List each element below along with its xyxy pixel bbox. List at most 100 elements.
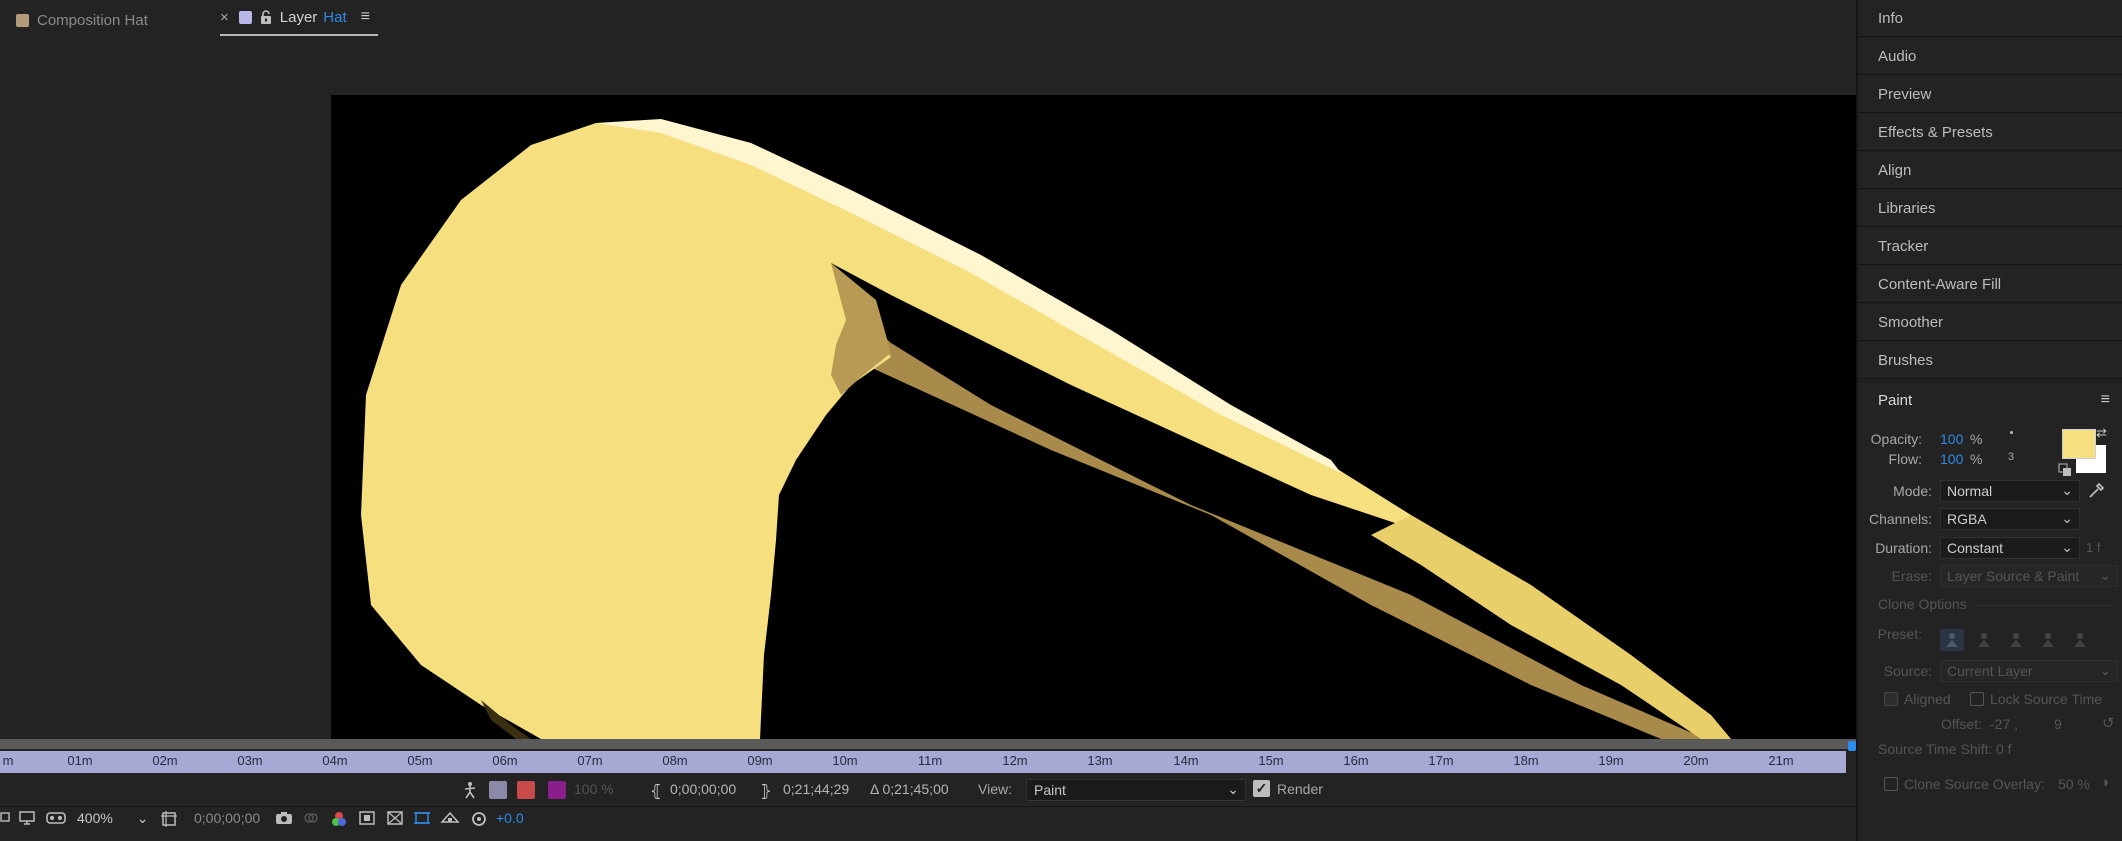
panel-libraries[interactable]: Libraries: [1858, 190, 2122, 227]
hat-artwork: [331, 95, 1856, 739]
lock-source-time-checkbox[interactable]: [1970, 692, 1984, 706]
layer-viewer-panel: Composition Hat × Layer Hat ≡ m 01m 02m …: [0, 0, 1856, 841]
onion-skin-before-icon[interactable]: [489, 781, 507, 799]
clone-source-overlay-checkbox[interactable]: [1884, 777, 1898, 791]
source-label: Source:: [1883, 663, 1932, 679]
vr-mask-icon[interactable]: [45, 810, 67, 826]
onion-skin-color-swatch[interactable]: [548, 781, 566, 799]
panel-brushes[interactable]: Brushes: [1858, 342, 2122, 379]
tab-layer-label: Layer: [279, 8, 318, 26]
offset-y-value[interactable]: 9: [2054, 716, 2062, 732]
opacity-value[interactable]: 100: [1940, 431, 1963, 447]
mode-select[interactable]: Normal ⌄: [1940, 480, 2080, 502]
in-point-bracket-icon[interactable]: ⦃: [650, 781, 662, 801]
guides-toggle-icon[interactable]: [413, 810, 431, 826]
ruler-tick: 02m: [152, 753, 178, 768]
swap-colors-icon[interactable]: ⇄: [2096, 425, 2107, 441]
clone-preset-4-icon[interactable]: [2036, 629, 2060, 651]
onion-opacity-value[interactable]: 100 %: [574, 781, 614, 797]
aligned-label: Aligned: [1904, 691, 1951, 707]
view-select-value: Paint: [1034, 782, 1066, 798]
panel-info[interactable]: Info: [1858, 0, 2122, 37]
panel-preview[interactable]: Preview: [1858, 76, 2122, 113]
tab-composition-label: Composition Hat: [37, 11, 148, 29]
difference-mode-icon[interactable]: ◑: [2100, 774, 2109, 791]
color-channels-icon[interactable]: [330, 810, 348, 828]
onion-skin-after-icon[interactable]: [517, 781, 535, 799]
erase-select[interactable]: Layer Source & Paint ⌄: [1940, 565, 2118, 587]
render-checkbox[interactable]: ✓: [1253, 780, 1270, 797]
close-tab-icon[interactable]: ×: [220, 9, 229, 26]
tab-layer[interactable]: × Layer Hat ≡: [220, 0, 378, 36]
after-effects-window: Composition Hat × Layer Hat ≡ m 01m 02m …: [0, 0, 2122, 841]
fast-previews-icon[interactable]: [440, 810, 460, 826]
panel-align[interactable]: Align: [1858, 152, 2122, 189]
erase-label: Erase:: [1891, 568, 1932, 584]
always-preview-icon[interactable]: [0, 810, 10, 824]
aligned-checkbox[interactable]: [1884, 692, 1898, 706]
camera-snapshot-icon[interactable]: [274, 810, 294, 826]
chevron-down-icon: ⌄: [2099, 662, 2111, 678]
panel-audio[interactable]: Audio: [1858, 38, 2122, 75]
paint-panel: Paint ≡ Opacity: 100 % Flow: 100 % 3 ⇄ M…: [1858, 383, 2122, 841]
panel-tracker[interactable]: Tracker: [1858, 228, 2122, 265]
channels-select[interactable]: RGBA ⌄: [1940, 508, 2080, 530]
current-time-indicator[interactable]: [1848, 741, 1856, 751]
panel-content-aware-fill[interactable]: Content-Aware Fill: [1858, 266, 2122, 303]
panel-smoother[interactable]: Smoother: [1858, 304, 2122, 341]
panel-menu-icon[interactable]: ≡: [2101, 391, 2110, 409]
flow-percent: %: [1970, 451, 1983, 467]
panel-menu-icon[interactable]: ≡: [361, 8, 370, 26]
ruler-tick: 20m: [1683, 753, 1709, 768]
erase-value: Layer Source & Paint: [1947, 568, 2080, 584]
channels-value: RGBA: [1947, 511, 1987, 527]
clone-preset-1-icon[interactable]: [1940, 629, 1964, 651]
ruler-tick: 08m: [662, 753, 688, 768]
clone-preset-3-icon[interactable]: [2004, 629, 2028, 651]
tab-composition[interactable]: Composition Hat: [16, 0, 148, 40]
lock-icon[interactable]: [260, 10, 272, 24]
ruler-tick: 01m: [67, 753, 93, 768]
exposure-value[interactable]: +0.0: [496, 810, 524, 826]
foreground-color-swatch[interactable]: [2062, 429, 2096, 459]
show-snapshot-icon[interactable]: [302, 810, 320, 826]
in-point-time[interactable]: 0;00;00;00: [670, 781, 736, 797]
out-point-bracket-icon[interactable]: ⦄: [760, 781, 772, 801]
mode-value: Normal: [1947, 483, 1993, 499]
current-time-field[interactable]: 0;00;00;00: [194, 810, 260, 826]
monitor-icon[interactable]: [18, 810, 36, 826]
clone-options-heading: Clone Options: [1878, 596, 1967, 612]
onion-skin-person-icon[interactable]: [462, 781, 478, 799]
ruler-tick: 12m: [1002, 753, 1028, 768]
default-colors-icon[interactable]: [2058, 463, 2072, 477]
out-point-time[interactable]: 0;21;44;29: [783, 781, 849, 797]
preset-label: Preset:: [1877, 626, 1922, 642]
clone-preset-2-icon[interactable]: [1972, 629, 1996, 651]
chevron-down-icon: ⌄: [136, 810, 149, 826]
region-of-interest-icon[interactable]: [358, 810, 376, 826]
duration-select[interactable]: Constant ⌄: [1940, 537, 2080, 559]
resolution-grid-icon[interactable]: [160, 810, 178, 828]
tab-layer-name: Hat: [323, 8, 347, 26]
exposure-reset-icon[interactable]: [470, 810, 488, 828]
source-select[interactable]: Current Layer ⌄: [1940, 660, 2118, 682]
clone-preset-5-icon[interactable]: [2068, 629, 2092, 651]
flow-value[interactable]: 100: [1940, 451, 1963, 467]
layer-canvas[interactable]: [331, 95, 1856, 739]
offset-x-value[interactable]: -27 ,: [1990, 716, 2018, 732]
clone-source-overlay-value[interactable]: 50 %: [2058, 776, 2090, 792]
duration-value: Constant: [1947, 540, 2004, 556]
time-navigator-bar[interactable]: [0, 739, 1856, 749]
brush-size-label: 3: [2008, 451, 2015, 463]
opacity-label: Opacity:: [1870, 431, 1922, 447]
source-time-shift-value[interactable]: 0 f: [1996, 741, 2012, 757]
panel-effects-presets[interactable]: Effects & Presets: [1858, 114, 2122, 151]
view-select[interactable]: Paint ⌄: [1026, 779, 1246, 801]
ruler-tick: 15m: [1258, 753, 1284, 768]
time-ruler[interactable]: m 01m 02m 03m 04m 05m 06m 07m 08m 09m 10…: [0, 751, 1846, 773]
zoom-select[interactable]: 400% ⌄: [77, 810, 148, 827]
viewer-tab-bar: Composition Hat × Layer Hat ≡: [0, 0, 1856, 40]
eyedropper-icon[interactable]: [2086, 481, 2106, 501]
reset-offset-icon[interactable]: ↺: [2102, 714, 2115, 732]
transparency-grid-icon[interactable]: [386, 810, 404, 826]
